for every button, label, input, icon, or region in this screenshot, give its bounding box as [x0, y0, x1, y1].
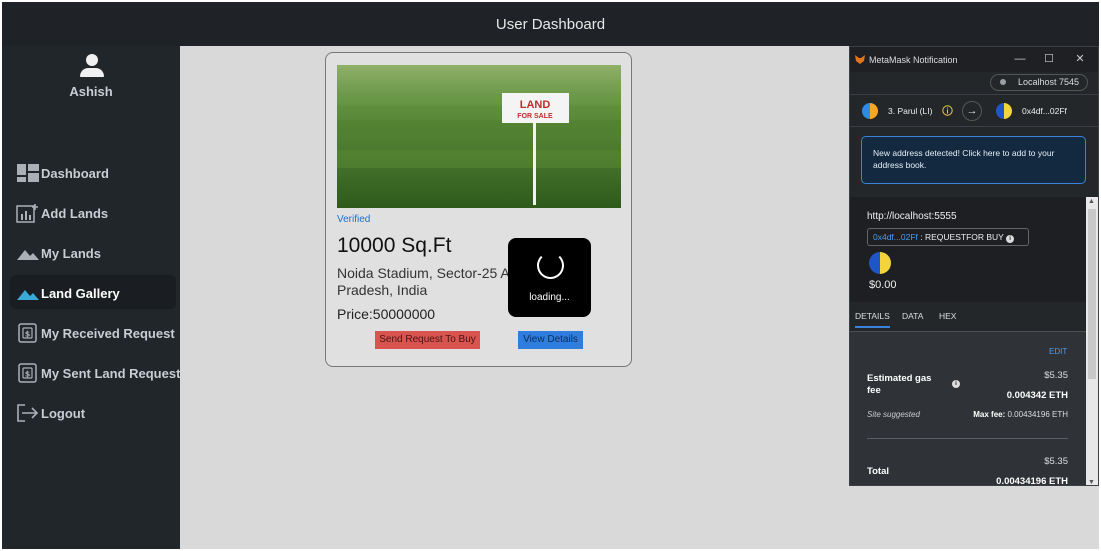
total-usd: $5.35 — [1044, 456, 1068, 467]
sidebar-item-label: Logout — [41, 406, 86, 421]
scroll-down-icon[interactable]: ▼ — [1088, 479, 1095, 485]
page-title: User Dashboard — [495, 16, 606, 33]
minimize-icon[interactable]: — — [1010, 50, 1030, 68]
from-account-avatar — [862, 103, 878, 119]
sidebar-item-label: Land Gallery — [41, 286, 120, 301]
metamask-title-bar: MetaMask Notification — ☐ ✕ — [850, 47, 1098, 72]
scroll-up-icon[interactable]: ▲ — [1088, 198, 1095, 205]
tab-details[interactable]: DETAILS — [855, 311, 890, 328]
sidebar: Ashish Dashboard Add Lands My Lands Land… — [2, 46, 180, 549]
new-address-notice[interactable]: New address detected! Click here to add … — [861, 136, 1086, 184]
loading-overlay: loading... — [508, 238, 591, 317]
sidebar-item-received-request[interactable]: $ My Received Request — [10, 315, 176, 349]
token-icon — [869, 252, 891, 274]
request-doc-icon: $ — [18, 363, 37, 383]
sidebar-item-label: Dashboard — [41, 166, 109, 181]
logout-icon — [17, 404, 39, 422]
request-doc-icon: $ — [18, 323, 37, 343]
spinner-icon — [537, 252, 564, 279]
from-account-name[interactable]: 3. Parul (LI) — [888, 106, 932, 116]
transaction-value: $0.00 — [869, 279, 897, 291]
account-row: 3. Parul (LI) → 0x4df...02Ff — [850, 94, 1098, 127]
metamask-window-title: MetaMask Notification — [869, 55, 958, 65]
sidebar-item-logout[interactable]: Logout — [10, 395, 176, 429]
add-chart-icon — [16, 204, 38, 223]
total-eth: 0.00434196 ETH — [996, 476, 1068, 486]
method-pill: 0x4df...02Ff : REQUESTFOR BUY i — [867, 228, 1029, 246]
arrow-right-icon: → — [962, 101, 982, 121]
gas-fee-usd: $5.35 — [1044, 370, 1068, 381]
to-account-address[interactable]: 0x4df...02Ff — [1022, 106, 1067, 116]
info-icon[interactable]: i — [952, 380, 960, 388]
land-area: 10000 Sq.Ft — [337, 234, 452, 257]
tab-bar: DETAILS DATA HEX — [850, 302, 1086, 332]
send-request-button[interactable]: Send Request To Buy — [375, 331, 480, 349]
user-name: Ashish — [69, 84, 113, 99]
metamask-fox-icon — [855, 55, 865, 64]
network-selector[interactable]: Localhost 7545 — [990, 74, 1088, 91]
land-card: LAND FOR SALE Verified 10000 Sq.Ft Noida… — [325, 52, 632, 367]
scrollbar-thumb[interactable] — [1088, 209, 1096, 379]
to-account-avatar — [996, 103, 1012, 119]
info-icon: i — [1006, 235, 1015, 243]
app-window: User Dashboard Ashish Dashboard Add Land… — [2, 2, 1099, 549]
sidebar-item-my-lands[interactable]: My Lands — [10, 235, 176, 269]
info-icon — [942, 105, 953, 116]
svg-text:$: $ — [25, 330, 31, 339]
sidebar-item-label: Add Lands — [41, 206, 109, 221]
sidebar-item-land-gallery[interactable]: Land Gallery — [10, 275, 176, 309]
sidebar-item-add-lands[interactable]: Add Lands — [10, 195, 176, 229]
landscape-icon — [17, 290, 39, 300]
divider — [867, 438, 1068, 439]
gas-fee-label: Estimated gas fee — [867, 373, 932, 396]
loading-text: loading... — [529, 292, 570, 303]
sign-line2: FOR SALE — [517, 113, 553, 120]
landscape-icon — [17, 250, 39, 260]
page-header: User Dashboard — [2, 2, 1099, 46]
sidebar-item-label: My Received Request — [41, 326, 175, 341]
svg-text:$: $ — [25, 370, 31, 379]
sign-line1: LAND — [520, 99, 551, 111]
origin-url: http://localhost:5555 — [867, 211, 957, 222]
sidebar-item-dashboard[interactable]: Dashboard — [10, 155, 176, 189]
total-label: Total — [867, 466, 889, 477]
avatar-icon — [80, 54, 104, 78]
sidebar-item-label: My Lands — [41, 246, 101, 261]
tab-data[interactable]: DATA — [902, 311, 923, 321]
method-name: : REQUESTFOR BUY — [917, 232, 1004, 242]
dashboard-icon — [17, 164, 39, 182]
verified-status: Verified — [337, 214, 371, 225]
site-suggested: Site suggested — [867, 410, 920, 419]
max-fee: Max fee: 0.00434196 ETH — [973, 410, 1068, 419]
network-name: Localhost 7545 — [1017, 77, 1079, 87]
gas-fee-eth: 0.004342 ETH — [1006, 390, 1068, 401]
network-status-icon — [1000, 79, 1006, 85]
metamask-popup: MetaMask Notification — ☐ ✕ Localhost 75… — [849, 46, 1099, 486]
close-icon[interactable]: ✕ — [1070, 50, 1090, 68]
land-price: Price:50000000 — [337, 306, 436, 322]
scrollbar[interactable]: ▲ ▼ — [1086, 197, 1098, 485]
tab-hex[interactable]: HEX — [939, 311, 956, 321]
view-details-button[interactable]: View Details — [518, 331, 583, 349]
maximize-icon[interactable]: ☐ — [1039, 50, 1059, 68]
edit-link[interactable]: EDIT — [1049, 347, 1067, 356]
contract-address[interactable]: 0x4df...02Ff — [873, 232, 918, 242]
sidebar-item-sent-request[interactable]: $ My Sent Land Request — [10, 355, 180, 389]
sidebar-item-label: My Sent Land Request — [41, 366, 181, 381]
land-image: LAND FOR SALE — [337, 65, 621, 208]
